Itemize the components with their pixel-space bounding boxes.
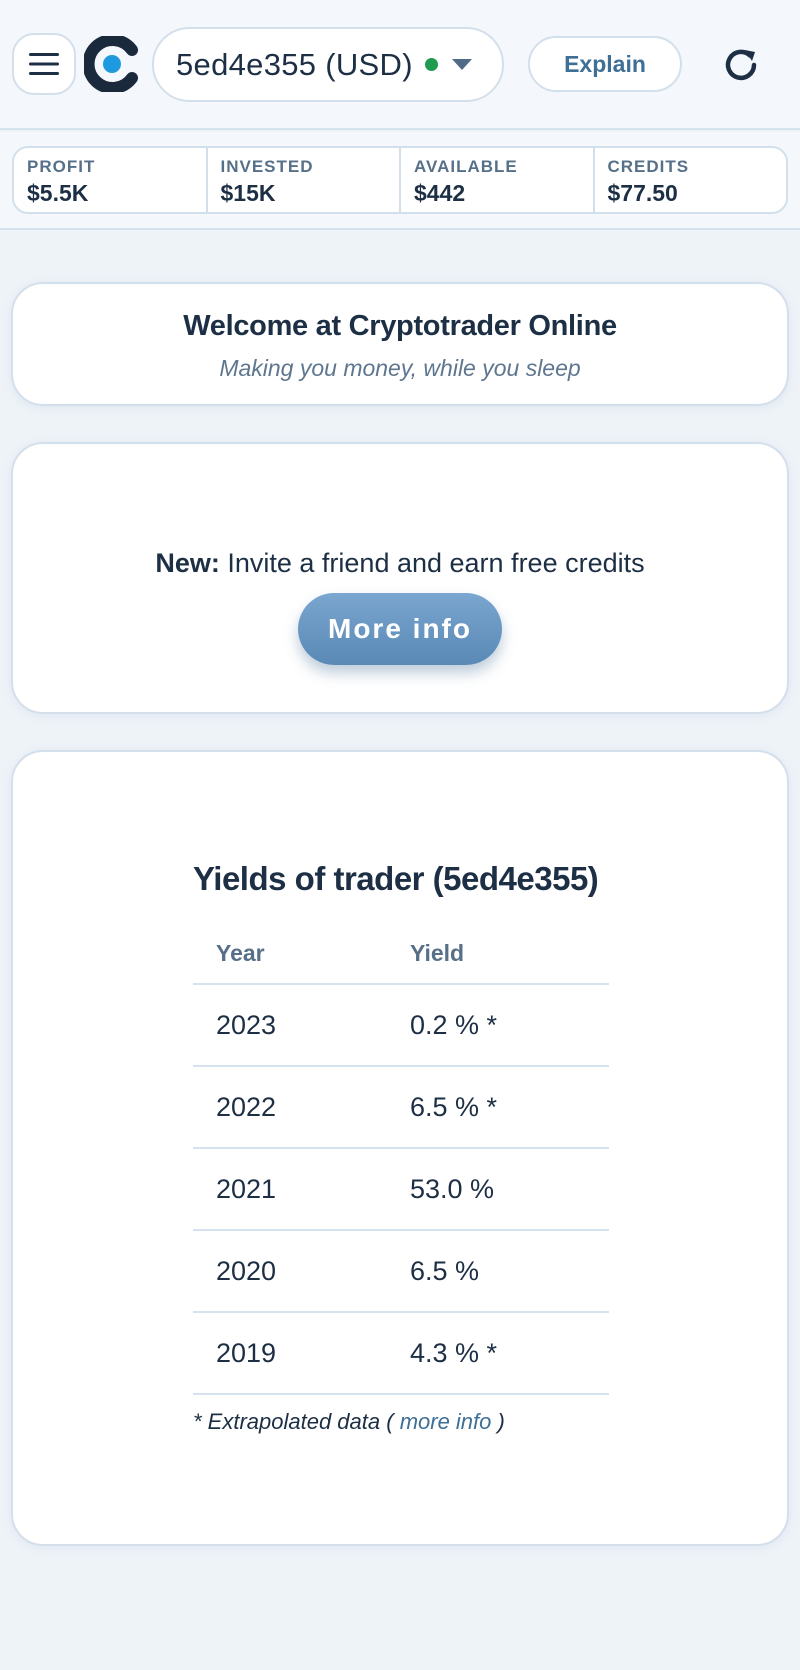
welcome-title: Welcome at Cryptotrader Online: [183, 310, 617, 342]
table-header-row: Year Yield: [193, 924, 609, 985]
top-bar: 5ed4e355 (USD) Explain: [0, 0, 800, 130]
yields-title: Yields of trader (5ed4e355): [193, 860, 599, 897]
cryptotrader-logo-icon[interactable]: [82, 34, 140, 94]
table-row: 2020 6.5 %: [193, 1230, 609, 1313]
stat-value: $5.5K: [27, 180, 89, 206]
table-row: 2019 4.3 % *: [193, 1312, 609, 1395]
yields-table: Year Yield 2023 0.2 % * 2022 6.5 % * 202…: [193, 924, 609, 1395]
yield-cell: 4.3 % *: [387, 1312, 609, 1395]
stat-invested: INVESTED $15K: [208, 148, 401, 212]
status-dot: [424, 58, 438, 71]
stats-band: PROFIT $5.5K INVESTED $15K AVAILABLE $44…: [0, 132, 800, 230]
explain-button[interactable]: Explain: [528, 36, 682, 92]
table-row: 2021 53.0 %: [193, 1148, 609, 1231]
yields-content: Yields of trader (5ed4e355) Year Yield 2…: [193, 860, 609, 1435]
yield-cell: 53.0 %: [387, 1148, 609, 1231]
stat-profit: PROFIT $5.5K: [14, 148, 208, 212]
year-cell: 2021: [193, 1148, 387, 1231]
stat-value: $15K: [220, 180, 276, 206]
footnote-more-info-link[interactable]: more info: [400, 1409, 492, 1434]
invite-card: New: Invite a friend and earn free credi…: [11, 442, 789, 714]
welcome-subtitle: Making you money, while you sleep: [219, 355, 581, 381]
footnote: * Extrapolated data ( more info ): [193, 1409, 609, 1435]
account-label: 5ed4e355 (USD): [176, 46, 413, 82]
account-select[interactable]: 5ed4e355 (USD): [152, 27, 504, 102]
table-row: 2022 6.5 % *: [193, 1066, 609, 1149]
year-cell: 2022: [193, 1066, 387, 1149]
yields-card: Yields of trader (5ed4e355) Year Yield 2…: [11, 750, 789, 1546]
year-cell: 2020: [193, 1230, 387, 1313]
yield-cell: 6.5 % *: [387, 1066, 609, 1149]
invite-message: Invite a friend and earn free credits: [219, 548, 645, 578]
column-header-yield: Yield: [387, 924, 609, 985]
invite-prefix: New:: [155, 548, 220, 578]
stat-value: $442: [414, 180, 466, 206]
stat-value: $77.50: [607, 180, 678, 206]
year-cell: 2019: [193, 1312, 387, 1395]
chevron-down-icon: [451, 59, 472, 70]
stat-label: INVESTED: [220, 157, 314, 176]
stat-label: PROFIT: [27, 157, 96, 176]
column-header-year: Year: [193, 924, 387, 985]
footnote-suffix: ): [491, 1409, 505, 1434]
refresh-button[interactable]: [716, 40, 766, 90]
menu-button[interactable]: [12, 33, 76, 95]
year-cell: 2023: [193, 984, 387, 1067]
hamburger-icon: [29, 53, 59, 75]
more-info-button[interactable]: More info: [298, 593, 502, 665]
yield-cell: 6.5 %: [387, 1230, 609, 1313]
stat-label: CREDITS: [607, 157, 690, 176]
stats-panel: PROFIT $5.5K INVESTED $15K AVAILABLE $44…: [12, 146, 788, 214]
stat-label: AVAILABLE: [414, 157, 518, 176]
invite-text: New: Invite a friend and earn free credi…: [13, 548, 787, 579]
refresh-icon: [725, 49, 757, 81]
stat-available: AVAILABLE $442: [401, 148, 595, 212]
welcome-card: Welcome at Cryptotrader Online Making yo…: [11, 282, 789, 406]
stat-credits: CREDITS $77.50: [595, 148, 787, 212]
yield-cell: 0.2 % *: [387, 984, 609, 1067]
footnote-prefix: * Extrapolated data (: [193, 1409, 400, 1434]
table-row: 2023 0.2 % *: [193, 984, 609, 1067]
